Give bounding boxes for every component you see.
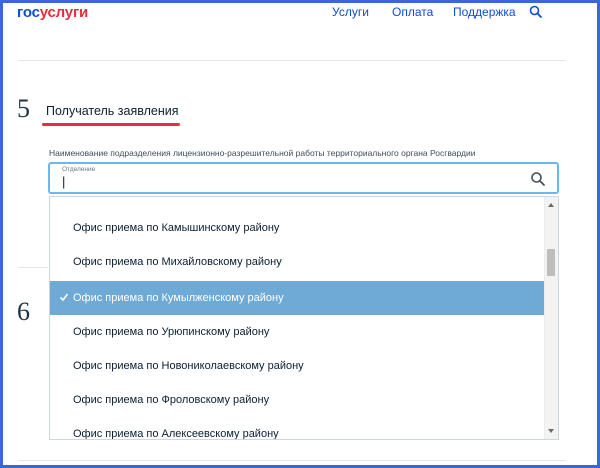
department-search-input[interactable]: Отделение | xyxy=(48,162,559,194)
option-label: Офис приема по Алексеевскому району xyxy=(73,428,279,440)
search-icon[interactable] xyxy=(530,171,546,187)
option-label: Офис приема по Камышинскому району xyxy=(73,222,280,234)
section-divider xyxy=(18,460,566,461)
step-number-5: 5 xyxy=(17,94,30,123)
list-item[interactable]: Офис приема по Михайловскому району xyxy=(50,245,546,279)
list-item[interactable]: Офис приема по Фроловскому району xyxy=(50,383,546,417)
scrollbar-thumb[interactable] xyxy=(547,249,555,276)
step-number-6: 6 xyxy=(17,297,30,326)
option-label: Офис приема по Кумылженскому району xyxy=(73,292,284,304)
input-value[interactable]: | xyxy=(62,174,65,189)
list-item[interactable]: Офис приема по Новониколаевскому району xyxy=(50,349,546,383)
search-icon[interactable] xyxy=(527,3,545,21)
scroll-up-arrow-icon[interactable] xyxy=(548,203,554,207)
option-label: Офис приема по Фроловскому району xyxy=(73,394,270,406)
option-label: Офис приема по Урюпинскому району xyxy=(73,326,270,338)
nav-link-support[interactable]: Поддержка xyxy=(453,5,516,19)
dropdown-scrollbar[interactable] xyxy=(544,197,558,439)
field-caption: Наименование подразделения лицензионно-р… xyxy=(49,148,476,158)
section-divider xyxy=(18,60,566,61)
option-label: Офис приема по Михайловскому району xyxy=(73,256,282,268)
section-title: Получатель заявления xyxy=(46,104,179,118)
nav-link-payment[interactable]: Оплата xyxy=(392,5,433,19)
input-label: Отделение xyxy=(62,166,96,173)
site-header: госуслуги Услуги Оплата Поддержка xyxy=(3,3,597,27)
scroll-down-arrow-icon[interactable] xyxy=(548,429,554,433)
option-label: Офис приема по Новониколаевскому району xyxy=(73,360,304,372)
list-item-selected[interactable]: Офис приема по Кумылженскому району xyxy=(50,281,546,315)
department-dropdown-list[interactable]: Офис приема по Камышинскому району Офис … xyxy=(49,196,559,440)
gosuslugi-logo[interactable]: госуслуги xyxy=(17,4,88,21)
section-title-underline xyxy=(42,123,180,126)
list-item[interactable]: Офис приема по Алексеевскому району xyxy=(50,417,546,440)
check-icon xyxy=(59,293,69,302)
nav-link-services[interactable]: Услуги xyxy=(332,5,369,19)
section-divider xyxy=(18,267,48,268)
list-item[interactable]: Офис приема по Камышинскому району xyxy=(50,211,546,245)
list-item[interactable]: Офис приема по Урюпинскому району xyxy=(50,315,546,349)
